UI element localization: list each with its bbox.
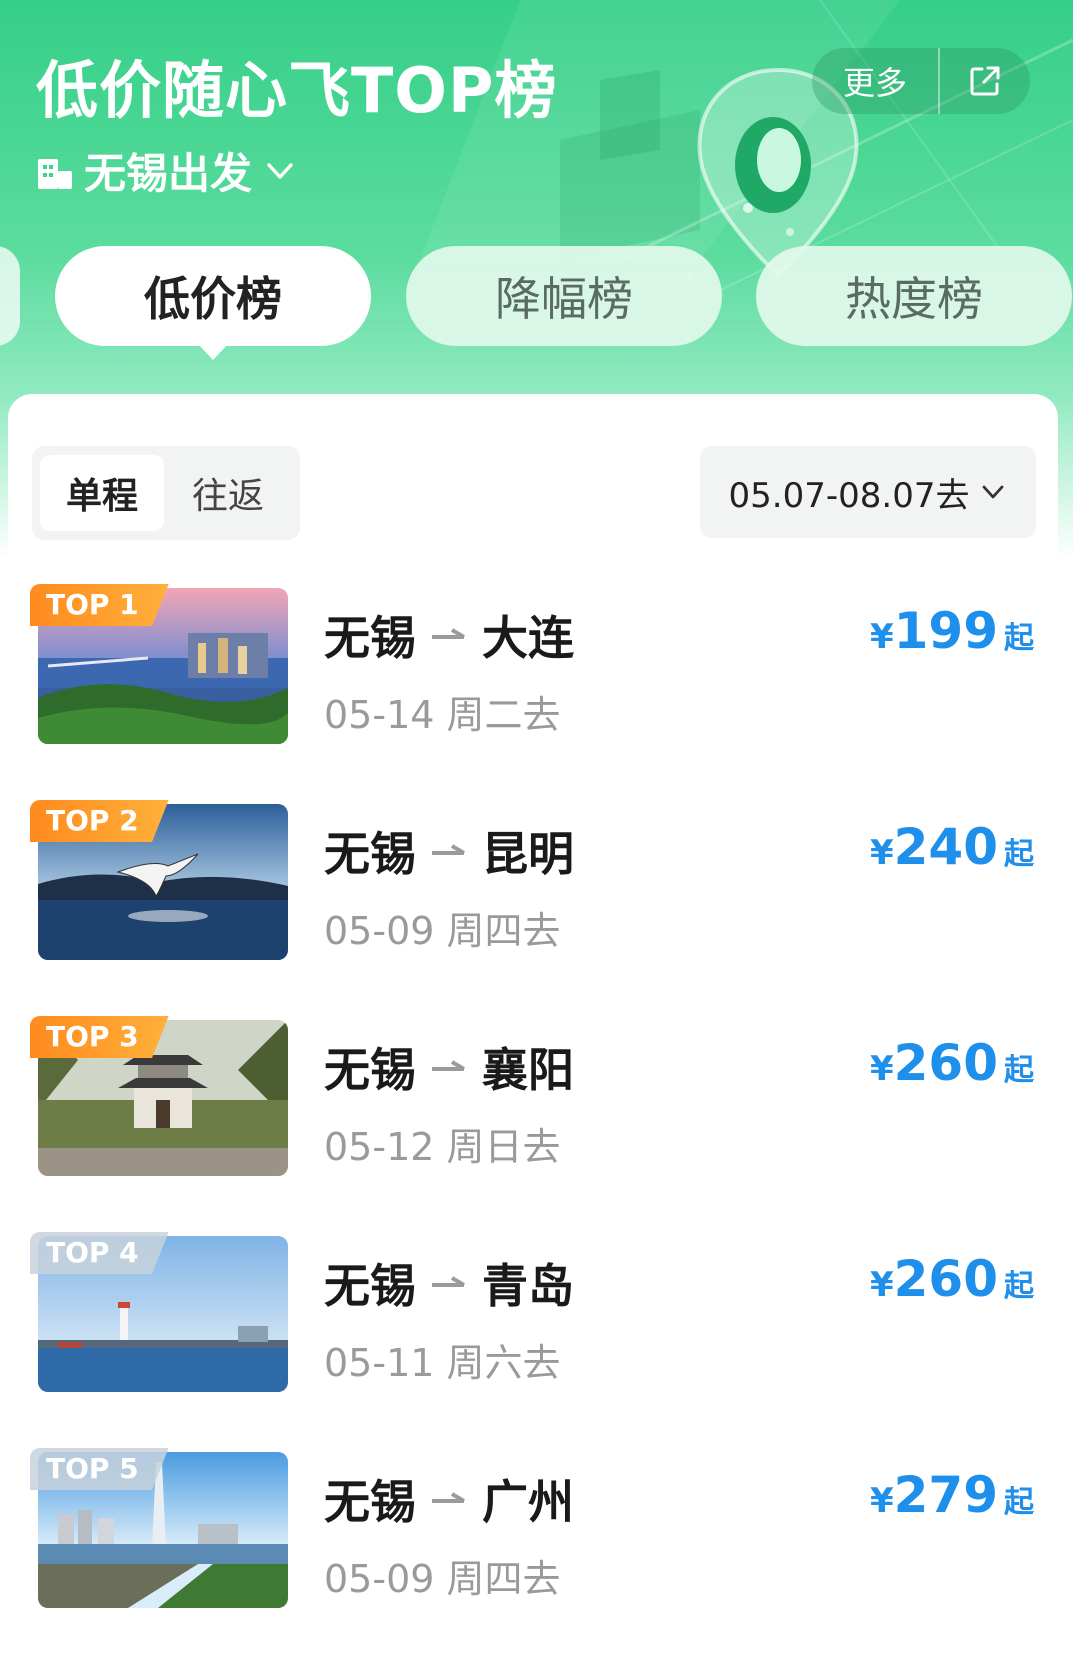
- currency-symbol: ¥: [869, 1481, 894, 1521]
- route-title: 无锡 襄阳: [324, 1034, 574, 1100]
- currency-symbol: ¥: [869, 1265, 894, 1305]
- arrow-right-icon: [432, 1492, 466, 1503]
- list-item[interactable]: TOP 1 无锡 大连 05-14 周二去 ¥ 199 起: [8, 584, 1058, 804]
- destination-city: 大连: [482, 611, 574, 665]
- destination-city: 襄阳: [482, 1043, 574, 1097]
- arrow-right-icon: [432, 628, 466, 639]
- price-value: 279: [893, 1466, 998, 1524]
- list-item[interactable]: TOP 5 无锡 广州 05-09 周四去 ¥ 279 起: [8, 1448, 1058, 1663]
- ranking-card: 单程 往返 05.07-08.07去 TOP 1 无锡 大连 05-14 周二去…: [8, 394, 1058, 1663]
- price-value: 260: [893, 1250, 998, 1308]
- chevron-down-icon: [267, 162, 293, 179]
- origin-city: 无锡: [324, 611, 416, 665]
- header-actions: 更多: [812, 48, 1030, 114]
- trip-type-round-trip[interactable]: 往返: [164, 455, 292, 531]
- list-item[interactable]: TOP 2 无锡 昆明 05-09 周四去 ¥ 240 起: [8, 800, 1058, 1020]
- trip-type-toggle: 单程 往返: [32, 446, 300, 540]
- departure-date: 05-12 周日去: [324, 1125, 561, 1169]
- building-icon: [38, 158, 72, 189]
- rank-badge: TOP 5: [30, 1448, 169, 1490]
- price: ¥ 199 起: [870, 602, 1034, 660]
- price: ¥ 240 起: [870, 818, 1034, 876]
- date-range-label: 05.07-08.07去: [728, 475, 970, 516]
- origin-city: 无锡: [324, 1043, 416, 1097]
- route-title: 无锡 广州: [324, 1466, 574, 1532]
- price-value: 240: [893, 818, 998, 876]
- currency-symbol: ¥: [869, 833, 894, 873]
- ranking-tabs: 低价榜 降幅榜 热度榜: [0, 246, 1073, 366]
- share-icon: [970, 66, 1000, 96]
- list-item[interactable]: TOP 4 无锡 青岛 05-11 周六去 ¥ 260 起: [8, 1232, 1058, 1452]
- departure-date: 05-09 周四去: [324, 1557, 561, 1601]
- rank-badge: TOP 4: [30, 1232, 169, 1274]
- arrow-right-icon: [432, 1276, 466, 1287]
- tab-popularity[interactable]: 热度榜: [756, 246, 1072, 346]
- trip-type-one-way[interactable]: 单程: [40, 455, 164, 531]
- flight-list: TOP 1 无锡 大连 05-14 周二去 ¥ 199 起 TOP 2 无锡 昆…: [8, 584, 1058, 1663]
- price-suffix: 起: [1004, 1485, 1034, 1520]
- tab-low-price[interactable]: 低价榜: [55, 246, 371, 360]
- origin-city: 无锡: [324, 1475, 416, 1529]
- departure-date: 05-14 周二去: [324, 693, 561, 737]
- date-range-selector[interactable]: 05.07-08.07去: [700, 446, 1036, 538]
- currency-symbol: ¥: [869, 1049, 894, 1089]
- price: ¥ 260 起: [870, 1034, 1034, 1092]
- departure-date: 05-11 周六去: [324, 1341, 561, 1385]
- origin-selector[interactable]: 无锡出发: [36, 140, 296, 201]
- list-item[interactable]: TOP 3 无锡 襄阳 05-12 周日去 ¥ 260 起: [8, 1016, 1058, 1236]
- more-button[interactable]: 更多: [812, 48, 938, 114]
- destination-city: 昆明: [482, 827, 574, 881]
- page-title: 低价随心飞TOP榜: [36, 54, 558, 127]
- currency-symbol: ¥: [869, 617, 894, 657]
- price: ¥ 260 起: [870, 1250, 1034, 1308]
- arrow-right-icon: [432, 1060, 466, 1071]
- arrow-right-icon: [432, 844, 466, 855]
- share-button[interactable]: [940, 48, 1030, 114]
- price-suffix: 起: [1004, 837, 1034, 872]
- route-title: 无锡 大连: [324, 602, 574, 668]
- origin-label: 无锡出发: [84, 149, 253, 198]
- price-suffix: 起: [1004, 1053, 1034, 1088]
- chevron-down-icon: [983, 485, 1004, 499]
- departure-date: 05-09 周四去: [324, 909, 561, 953]
- origin-city: 无锡: [324, 827, 416, 881]
- rank-badge: TOP 1: [30, 584, 169, 626]
- tab-price-drop[interactable]: 降幅榜: [406, 246, 722, 346]
- price-value: 199: [893, 602, 998, 660]
- price-value: 260: [893, 1034, 998, 1092]
- price: ¥ 279 起: [870, 1466, 1034, 1524]
- flight-ranking-page: 低价随心飞TOP榜 无锡出发 更多 低价榜 降幅榜 热度榜 单程 往返 05.0…: [0, 0, 1073, 1663]
- destination-city: 青岛: [482, 1259, 574, 1313]
- tab-previous-partial[interactable]: [0, 246, 20, 346]
- rank-badge: TOP 2: [30, 800, 169, 842]
- rank-badge: TOP 3: [30, 1016, 169, 1058]
- price-suffix: 起: [1004, 621, 1034, 656]
- route-title: 无锡 昆明: [324, 818, 574, 884]
- route-title: 无锡 青岛: [324, 1250, 574, 1316]
- price-suffix: 起: [1004, 1269, 1034, 1304]
- destination-city: 广州: [482, 1475, 574, 1529]
- origin-city: 无锡: [324, 1259, 416, 1313]
